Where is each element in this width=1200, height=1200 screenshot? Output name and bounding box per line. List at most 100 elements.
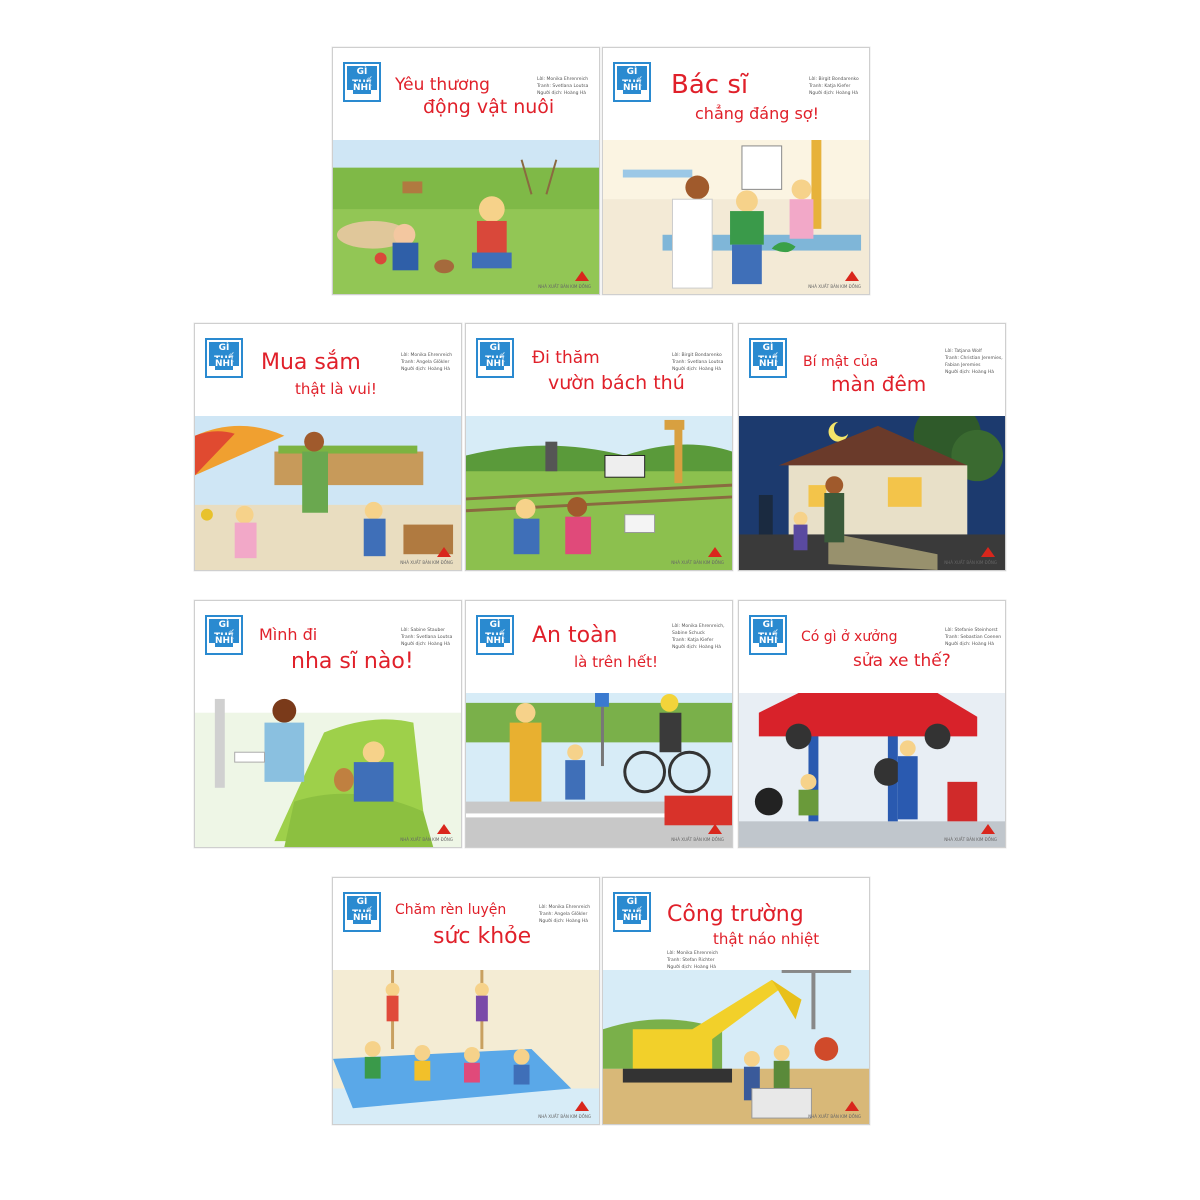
publisher-name: NHÀ XUẤT BẢN KIM ĐỒNG (400, 560, 453, 565)
cover-header: GÌ THẾ NHỈ Có gì ở xưởng sửa xe thế? Lời… (739, 601, 1005, 693)
book-cover-safety[interactable]: GÌ THẾ NHỈ An toàn là trên hết! Lời: Mon… (465, 600, 733, 848)
publisher-logo-icon (575, 1098, 589, 1111)
publisher-name: NHÀ XUẤT BẢN KIM ĐỒNG (808, 1114, 861, 1119)
book-cover-pets[interactable]: GÌ THẾ NHỈ Yêu thương động vật nuôi Lời:… (332, 47, 600, 295)
credit-illustrator: Tranh: Svetlana Loutsa (537, 84, 589, 89)
book-credits: Lời: Monika Ehrenreich, Sabine Schuck Tr… (672, 623, 732, 651)
book-credits: Lời: Birgit Bondarenko Tranh: Svetlana L… (672, 352, 732, 373)
publisher-name: NHÀ XUẤT BẢN KIM ĐỒNG (538, 284, 591, 289)
credit-illustrator: Tranh: Svetlana Loutsa (672, 360, 724, 365)
book-cover-doctor[interactable]: GÌ THẾ NHỈ Bác sĩ chẳng đáng sợ! Lời: Bi… (602, 47, 870, 295)
book-credits: Lời: Stefanie Steinhorst Tranh: Sebastia… (945, 627, 1005, 648)
publisher-name: NHÀ XUẤT BẢN KIM ĐỒNG (671, 837, 724, 842)
credit-illustrator: Tranh: Angela Glökler (401, 360, 450, 365)
series-logo: GÌ THẾ NHỈ (476, 338, 514, 378)
credit-translator: Người dịch: Hoàng Hà (809, 91, 859, 96)
book-cover-exercise[interactable]: GÌ THẾ NHỈ Chăm rèn luyện sức khỏe Lời: … (332, 877, 600, 1125)
book-cover-shopping[interactable]: GÌ THẾ NHỈ Mua sắm thật là vui! Lời: Mon… (194, 323, 462, 571)
series-logo-line2: NHỈ (353, 82, 372, 94)
cover-illustration (603, 140, 869, 294)
cover-illustration (333, 970, 599, 1124)
book-title-line1: Mua sắm (261, 350, 361, 375)
book-title-line1: Công trường (667, 902, 804, 927)
cover-illustration (603, 970, 869, 1124)
book-title-line2: màn đêm (831, 372, 927, 396)
cover-header: GÌ THẾ NHỈ Bác sĩ chẳng đáng sợ! Lời: Bi… (603, 48, 869, 140)
book-credits: Lời: Monika Ehrenreich Tranh: Angela Glö… (539, 904, 599, 925)
credit-author: Lời: Stefanie Steinhorst (945, 628, 998, 633)
book-title-line2: nha sĩ nào! (291, 649, 414, 674)
cover-header: GÌ THẾ NHỈ Đi thăm vườn bách thú Lời: Bi… (466, 324, 732, 416)
credit-author: Lời: Monika Ehrenreich, (672, 624, 725, 629)
credit-author: Lời: Monika Ehrenreich (539, 905, 591, 910)
publisher-name: NHÀ XUẤT BẢN KIM ĐỒNG (808, 284, 861, 289)
credit-translator: Người dịch: Hoàng Hà (945, 642, 995, 647)
credit-author: Lời: Tatjana Wolf (945, 349, 982, 354)
publisher-logo-icon (845, 1098, 859, 1111)
series-logo-line2: NHỈ (353, 912, 372, 924)
book-title-line1: Đi thăm (532, 348, 600, 368)
book-title-line1: Chăm rèn luyện (395, 902, 507, 918)
book-cover-night[interactable]: GÌ THẾ NHỈ Bí mật của màn đêm Lời: Tatja… (738, 323, 1006, 571)
book-credits: Lời: Monika Ehrenreich Tranh: Stefan Ric… (667, 950, 787, 971)
publisher-logo-icon (575, 268, 589, 281)
credit-translator: Người dịch: Hoàng Hà (537, 91, 587, 96)
cover-header: GÌ THẾ NHỈ An toàn là trên hết! Lời: Mon… (466, 601, 732, 693)
credit-illustrator: Tranh: Katja Kiefer (809, 84, 851, 89)
publisher-logo-icon (981, 821, 995, 834)
series-logo-line2: NHỈ (759, 635, 778, 647)
book-title-line1: Bí mật của (803, 354, 879, 370)
book-cover-dentist[interactable]: GÌ THẾ NHỈ Mình đi nha sĩ nào! Lời: Sabi… (194, 600, 462, 848)
series-logo: GÌ THẾ NHỈ (343, 892, 381, 932)
series-logo-line2: NHỈ (215, 635, 234, 647)
publisher-name: NHÀ XUẤT BẢN KIM ĐỒNG (538, 1114, 591, 1119)
credit-illustrator: Tranh: Angela Glökler (539, 912, 588, 917)
cover-header: GÌ THẾ NHỈ Chăm rèn luyện sức khỏe Lời: … (333, 878, 599, 970)
book-credits: Lời: Birgit Bondarenko Tranh: Katja Kief… (809, 76, 869, 97)
book-cover-garage[interactable]: GÌ THẾ NHỈ Có gì ở xưởng sửa xe thế? Lời… (738, 600, 1006, 848)
publisher-name: NHÀ XUẤT BẢN KIM ĐỒNG (671, 560, 724, 565)
book-title-line2: thật là vui! (295, 380, 377, 398)
book-credits: Lời: Sabine Stauber Tranh: Svetlana Lout… (401, 627, 461, 648)
credit-translator: Người dịch: Hoàng Hà (539, 919, 589, 924)
book-title-line1: Yêu thương (395, 75, 490, 95)
credit-illustrator: Tranh: Stefan Richter (667, 958, 715, 963)
book-credits: Lời: Monika Ehrenreich Tranh: Svetlana L… (537, 76, 597, 97)
credit-author: Lời: Birgit Bondarenko (809, 77, 859, 82)
credit-author: Lời: Sabine Stauber (401, 628, 445, 633)
cover-illustration (466, 416, 732, 570)
cover-illustration (195, 693, 461, 847)
book-title-line1: Có gì ở xưởng (801, 629, 898, 645)
series-logo: GÌ THẾ NHỈ (343, 62, 381, 102)
series-logo: GÌ THẾ NHỈ (613, 892, 651, 932)
publisher-logo-icon (437, 544, 451, 557)
publisher-logo-icon (845, 268, 859, 281)
book-title-line1: Bác sĩ (671, 70, 749, 100)
publisher-name: NHÀ XUẤT BẢN KIM ĐỒNG (400, 837, 453, 842)
book-cover-zoo[interactable]: GÌ THẾ NHỈ Đi thăm vườn bách thú Lời: Bi… (465, 323, 733, 571)
series-logo-line2: NHỈ (486, 635, 505, 647)
book-title-line1: An toàn (532, 623, 618, 648)
series-logo: GÌ THẾ NHỈ (205, 338, 243, 378)
book-title-line2: chẳng đáng sợ! (695, 104, 820, 123)
credit-translator: Người dịch: Hoàng Hà (672, 367, 722, 372)
publisher-name: NHÀ XUẤT BẢN KIM ĐỒNG (944, 837, 997, 842)
credit-translator: Người dịch: Hoàng Hà (672, 645, 722, 650)
cover-header: GÌ THẾ NHỈ Bí mật của màn đêm Lời: Tatja… (739, 324, 1005, 416)
series-logo: GÌ THẾ NHỈ (476, 615, 514, 655)
book-cover-construction[interactable]: GÌ THẾ NHỈ Công trường thật náo nhiệt Lờ… (602, 877, 870, 1125)
series-logo-line2: NHỈ (623, 912, 642, 924)
book-title-line2: sức khỏe (433, 924, 532, 949)
series-logo: GÌ THẾ NHỈ (613, 62, 651, 102)
cover-header: GÌ THẾ NHỈ Yêu thương động vật nuôi Lời:… (333, 48, 599, 140)
cover-illustration (466, 693, 732, 847)
cover-illustration (333, 140, 599, 294)
credit-translator: Người dịch: Hoàng Hà (401, 367, 451, 372)
credit-illustrator-2: Fabian Jeremies (945, 363, 981, 368)
series-logo-line2: NHỈ (215, 358, 234, 370)
book-title-line2: sửa xe thế? (853, 651, 951, 671)
publisher-logo-icon (708, 544, 722, 557)
cover-illustration (739, 416, 1005, 570)
credit-illustrator: Tranh: Sebastian Coenen (945, 635, 1002, 640)
cover-header: GÌ THẾ NHỈ Mua sắm thật là vui! Lời: Mon… (195, 324, 461, 416)
